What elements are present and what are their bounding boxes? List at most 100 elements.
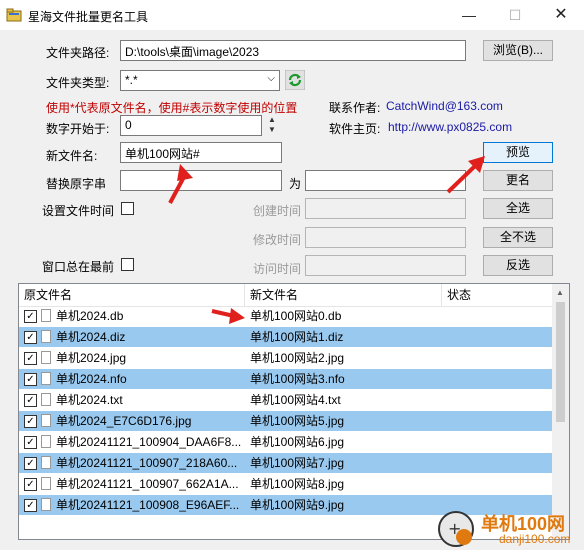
window-title: 星海文件批量更名工具 bbox=[28, 10, 149, 24]
author-label: 联系作者: bbox=[329, 101, 381, 115]
author-email-link[interactable]: CatchWind@163.com bbox=[386, 99, 503, 113]
set-time-label: 设置文件时间 bbox=[42, 204, 115, 218]
browse-button[interactable]: 浏览(B)... bbox=[483, 40, 553, 61]
column-original-name[interactable]: 原文件名 bbox=[19, 284, 245, 306]
new-filename: 单机100网站1.diz bbox=[250, 330, 344, 344]
file-list-header: 原文件名 新文件名 状态 bbox=[19, 284, 554, 307]
table-row[interactable]: ✓ 单机2024.jpg 单机100网站2.jpg bbox=[19, 348, 554, 368]
row-checkbox[interactable]: ✓ bbox=[24, 331, 37, 344]
folder-type-label: 文件夹类型: bbox=[46, 76, 110, 90]
modified-time-input[interactable] bbox=[305, 227, 466, 248]
new-filename: 单机100网站9.jpg bbox=[250, 498, 345, 512]
spin-up-icon[interactable]: ▲ bbox=[266, 115, 278, 125]
watermark-url: danji100.com bbox=[499, 532, 571, 546]
row-checkbox[interactable]: ✓ bbox=[24, 478, 37, 491]
original-filename: 单机20241121_100907_662A1A... bbox=[56, 477, 239, 491]
maximize-button[interactable]: ☐ bbox=[492, 0, 538, 30]
row-checkbox[interactable]: ✓ bbox=[24, 457, 37, 470]
file-icon bbox=[41, 393, 51, 406]
modified-time-label: 修改时间 bbox=[253, 233, 302, 247]
original-filename: 单机20241121_100907_218A60... bbox=[56, 456, 238, 470]
new-name-label: 新文件名: bbox=[46, 149, 98, 163]
home-url-link[interactable]: http://www.px0825.com bbox=[388, 120, 512, 134]
column-new-name[interactable]: 新文件名 bbox=[245, 284, 442, 306]
column-status[interactable]: 状态 bbox=[442, 284, 554, 306]
row-status bbox=[447, 390, 547, 410]
table-row[interactable]: ✓ 单机2024.nfo 单机100网站3.nfo bbox=[19, 369, 554, 389]
row-checkbox[interactable]: ✓ bbox=[24, 373, 37, 386]
app-folder-icon bbox=[6, 8, 22, 22]
new-filename: 单机100网站5.jpg bbox=[250, 414, 345, 428]
original-filename: 单机20241121_100908_E96AEF... bbox=[56, 498, 240, 512]
row-checkbox[interactable]: ✓ bbox=[24, 436, 37, 449]
always-top-label: 窗口总在最前 bbox=[42, 260, 115, 274]
row-status bbox=[447, 453, 547, 473]
scroll-up-icon[interactable]: ▲ bbox=[556, 288, 564, 297]
row-checkbox[interactable]: ✓ bbox=[24, 499, 37, 512]
row-checkbox[interactable]: ✓ bbox=[24, 352, 37, 365]
rename-button[interactable]: 更名 bbox=[483, 170, 553, 191]
table-row[interactable]: ✓ 单机20241121_100907_218A60... 单机100网站7.jpg bbox=[19, 453, 554, 473]
new-filename: 单机100网站8.jpg bbox=[250, 477, 345, 491]
new-name-input[interactable]: 单机100网站# bbox=[120, 142, 282, 163]
file-icon bbox=[41, 414, 51, 427]
file-icon bbox=[41, 372, 51, 385]
accessed-time-input[interactable] bbox=[305, 255, 466, 276]
original-filename: 单机2024.txt bbox=[56, 393, 123, 407]
title-bar: 星海文件批量更名工具 — ☐ ✕ bbox=[0, 0, 584, 30]
original-filename: 单机2024.diz bbox=[56, 330, 126, 344]
folder-path-input[interactable]: D:\tools\桌面\image\2023 bbox=[120, 40, 466, 61]
folder-type-select[interactable]: *.* ⌵ bbox=[120, 70, 280, 91]
select-all-button[interactable]: 全选 bbox=[483, 198, 553, 219]
original-filename: 单机2024.db bbox=[56, 309, 124, 323]
row-checkbox[interactable]: ✓ bbox=[24, 394, 37, 407]
table-row[interactable]: ✓ 单机2024.diz 单机100网站1.diz bbox=[19, 327, 554, 347]
created-time-label: 创建时间 bbox=[253, 204, 302, 218]
set-time-checkbox[interactable] bbox=[121, 202, 134, 215]
vertical-scrollbar[interactable]: ▲ bbox=[552, 284, 569, 539]
spin-down-icon[interactable]: ▼ bbox=[266, 125, 278, 135]
row-status bbox=[447, 369, 547, 389]
watermark-logo-icon: + bbox=[438, 511, 474, 547]
row-checkbox[interactable]: ✓ bbox=[24, 415, 37, 428]
watermark: + 单机100网 danji100.com bbox=[437, 508, 584, 550]
row-status bbox=[447, 474, 547, 494]
minimize-button[interactable]: — bbox=[446, 0, 492, 30]
home-label: 软件主页: bbox=[329, 122, 381, 136]
start-number-label: 数字开始于: bbox=[46, 122, 110, 136]
new-filename: 单机100网站3.nfo bbox=[250, 372, 345, 386]
invert-selection-button[interactable]: 反选 bbox=[483, 255, 553, 276]
file-list[interactable]: 原文件名 新文件名 状态 ✓ 单机2024.db 单机100网站0.db ✓ 单机202… bbox=[18, 283, 570, 540]
start-number-input[interactable]: 0 bbox=[120, 115, 262, 136]
original-filename: 单机2024.jpg bbox=[56, 351, 127, 365]
replace-to-input[interactable] bbox=[305, 170, 466, 191]
row-checkbox[interactable]: ✓ bbox=[24, 310, 37, 323]
table-row[interactable]: ✓ 单机20241121_100904_DAA6F8... 单机100网站6.jpg bbox=[19, 432, 554, 452]
file-icon bbox=[41, 456, 51, 469]
accessed-time-label: 访问时间 bbox=[253, 262, 302, 276]
folder-path-label: 文件夹路径: bbox=[46, 46, 110, 60]
table-row[interactable]: ✓ 单机2024_E7C6D176.jpg 单机100网站5.jpg bbox=[19, 411, 554, 431]
original-filename: 单机2024.nfo bbox=[56, 372, 127, 386]
close-button[interactable]: ✕ bbox=[538, 0, 584, 30]
created-time-input[interactable] bbox=[305, 198, 466, 219]
row-status bbox=[447, 411, 547, 431]
original-filename: 单机2024_E7C6D176.jpg bbox=[56, 414, 192, 428]
folder-type-value: *.* bbox=[125, 73, 138, 87]
new-filename: 单机100网站0.db bbox=[250, 309, 342, 323]
new-filename: 单机100网站4.txt bbox=[250, 393, 341, 407]
table-row[interactable]: ✓ 单机2024.txt 单机100网站4.txt bbox=[19, 390, 554, 410]
replace-from-input[interactable] bbox=[120, 170, 282, 191]
table-row[interactable]: ✓ 单机2024.db 单机100网站0.db bbox=[19, 306, 554, 326]
file-icon bbox=[41, 351, 51, 364]
refresh-icon[interactable] bbox=[285, 70, 305, 90]
file-icon bbox=[41, 309, 51, 322]
table-row[interactable]: ✓ 单机20241121_100907_662A1A... 单机100网站8.jpg bbox=[19, 474, 554, 494]
unselect-all-button[interactable]: 全不选 bbox=[483, 227, 553, 248]
start-number-stepper[interactable]: ▲ ▼ bbox=[266, 115, 278, 136]
row-status bbox=[447, 432, 547, 452]
always-top-checkbox[interactable] bbox=[121, 258, 134, 271]
scrollbar-thumb[interactable] bbox=[556, 302, 565, 422]
replace-label: 替换原字串 bbox=[46, 177, 107, 191]
preview-button[interactable]: 预览 bbox=[483, 142, 553, 163]
